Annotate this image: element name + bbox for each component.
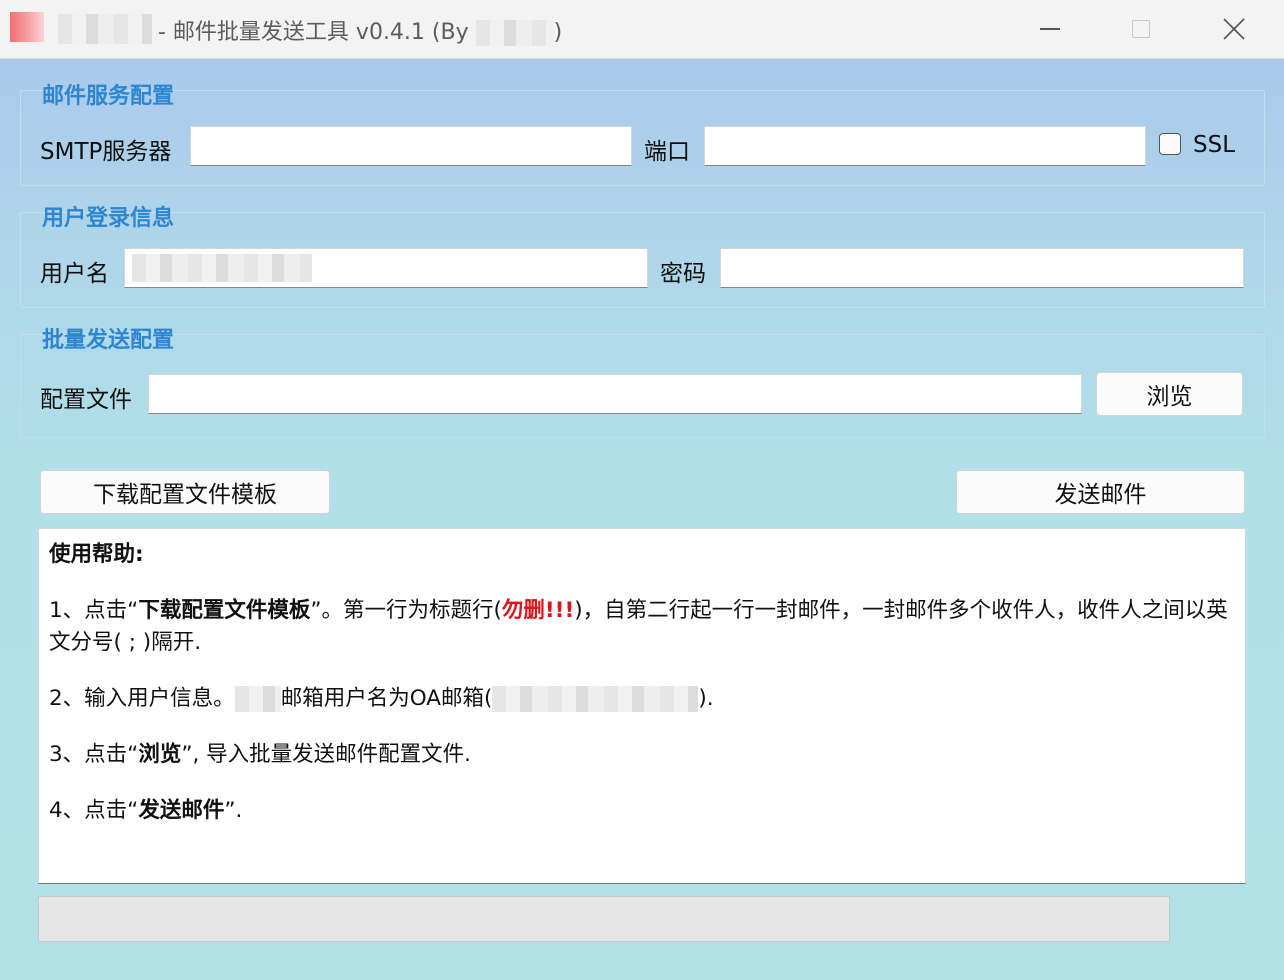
maximize-icon	[1132, 20, 1150, 38]
minimize-button[interactable]	[1022, 0, 1078, 58]
redacted-author	[475, 20, 554, 46]
step1-middle: ”。第一行为标题行(	[310, 598, 502, 623]
step3-suffix: ”, 导入批量发送邮件配置文件.	[181, 742, 471, 767]
step3-bold: 浏览	[138, 742, 182, 767]
username-label: 用户名	[40, 261, 109, 287]
ssl-checkbox[interactable]	[1159, 133, 1181, 155]
smtp-server-label: SMTP服务器	[40, 139, 172, 165]
step4-prefix: 4、点击“	[49, 798, 139, 823]
step2-prefix: 2、输入用户信息。	[49, 686, 235, 711]
redacted-username	[132, 254, 312, 282]
ssl-label: SSL	[1193, 132, 1236, 158]
help-step-4: 4、点击“发送邮件”.	[49, 795, 1234, 827]
config-file-label: 配置文件	[40, 387, 132, 413]
step1-warning: 勿删!!!	[501, 598, 575, 623]
send-mail-button[interactable]: 发送邮件	[956, 470, 1245, 514]
step1-bold: 下载配置文件模板	[138, 598, 311, 623]
close-icon	[1223, 18, 1245, 40]
help-heading: 使用帮助:	[49, 542, 144, 567]
step1-prefix: 1、点击“	[49, 598, 139, 623]
help-step-3: 3、点击“浏览”, 导入批量发送邮件配置文件.	[49, 739, 1234, 771]
port-label: 端口	[644, 139, 690, 165]
browse-button[interactable]: 浏览	[1096, 372, 1243, 416]
send-progress-bar	[38, 896, 1170, 942]
step4-suffix: ”.	[224, 798, 243, 823]
batch-group-title: 批量发送配置	[42, 328, 175, 353]
step2-suffix: ).	[698, 686, 714, 711]
password-input[interactable]	[720, 248, 1244, 288]
minimize-icon	[1040, 28, 1060, 30]
step4-bold: 发送邮件	[138, 798, 225, 823]
help-step-2: 2、输入用户信息。 邮箱用户名为OA邮箱().	[49, 683, 1234, 715]
redacted-email-example	[492, 686, 699, 712]
step3-prefix: 3、点击“	[49, 742, 139, 767]
app-window: - 邮件批量发送工具 v0.4.1 (By ) 邮件服务配置 SMTP服务器 端…	[0, 0, 1284, 980]
help-textarea[interactable]: 使用帮助: 1、点击“下载配置文件模板”。第一行为标题行(勿删!!!)，自第二行…	[38, 528, 1246, 884]
login-group-title: 用户登录信息	[42, 206, 175, 231]
redacted-company	[234, 686, 281, 712]
smtp-group-title: 邮件服务配置	[42, 84, 175, 109]
help-step-1: 1、点击“下载配置文件模板”。第一行为标题行(勿删!!!)，自第二行起一行一封邮…	[49, 595, 1234, 659]
app-icon	[10, 12, 44, 42]
title-bar[interactable]: - 邮件批量发送工具 v0.4.1 (By )	[0, 0, 1284, 59]
step2-middle: 邮箱用户名为OA邮箱(	[280, 686, 493, 711]
maximize-button[interactable]	[1114, 0, 1170, 58]
redacted-app-name	[58, 14, 152, 44]
window-title: - 邮件批量发送工具 v0.4.1 (By )	[158, 20, 563, 46]
config-file-input[interactable]	[148, 374, 1082, 414]
port-input[interactable]	[704, 126, 1146, 166]
close-button[interactable]	[1207, 0, 1263, 58]
download-template-button[interactable]: 下载配置文件模板	[40, 470, 330, 514]
password-label: 密码	[660, 261, 706, 287]
smtp-server-input[interactable]	[190, 126, 632, 166]
